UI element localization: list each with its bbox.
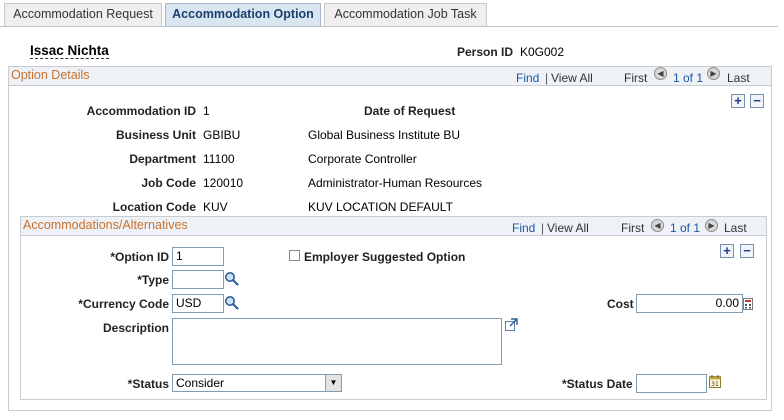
option-id-label: *Option ID xyxy=(110,250,169,264)
tab-divider xyxy=(0,26,778,27)
option-details-separator: | xyxy=(545,71,549,85)
date-of-request-label: Date of Request xyxy=(364,104,456,118)
delete-row-icon[interactable]: − xyxy=(750,94,764,108)
status-select[interactable]: Consider ▼ xyxy=(172,374,342,392)
option-details-find-link[interactable]: Find xyxy=(516,71,539,85)
alternatives-previous-icon[interactable]: ◀ xyxy=(651,219,664,232)
department-label: Department xyxy=(129,152,196,166)
job-code-value: 120010 xyxy=(203,176,244,190)
department-value: 11100 xyxy=(203,152,235,166)
tab-accommodation-request[interactable]: Accommodation Request xyxy=(4,3,162,26)
calculator-icon[interactable] xyxy=(743,298,753,310)
previous-row-icon[interactable]: ◀ xyxy=(654,67,667,80)
option-details-last-label: Last xyxy=(727,71,750,85)
accommodation-id-value: 1 xyxy=(203,104,210,118)
person-name: Issac Nichta xyxy=(30,43,109,59)
alternatives-title: Accommodations/Alternatives xyxy=(23,218,188,232)
chevron-down-icon[interactable]: ▼ xyxy=(325,375,341,391)
description-textarea[interactable] xyxy=(172,318,502,365)
alternatives-first-label: First xyxy=(621,221,645,235)
type-lookup-icon[interactable] xyxy=(224,271,239,286)
type-label: *Type xyxy=(137,273,169,287)
option-details-title: Option Details xyxy=(11,68,90,82)
next-row-icon[interactable]: ▶ xyxy=(707,67,720,80)
location-code-description: KUV LOCATION DEFAULT xyxy=(308,200,453,214)
calendar-icon[interactable]: 31 xyxy=(709,375,721,388)
type-input[interactable] xyxy=(172,270,224,289)
job-code-description: Administrator-Human Resources xyxy=(308,176,483,190)
option-details-first-label: First xyxy=(624,71,648,85)
status-date-input[interactable] xyxy=(636,374,707,393)
location-code-label: Location Code xyxy=(112,200,196,214)
option-details-view-all-link[interactable]: View All xyxy=(551,71,593,85)
add-row-icon[interactable]: + xyxy=(731,94,745,108)
alternatives-separator: | xyxy=(541,221,545,235)
business-unit-label: Business Unit xyxy=(115,128,196,142)
currency-lookup-icon[interactable] xyxy=(224,295,239,310)
option-details-page-info: 1 of 1 xyxy=(673,71,704,85)
expand-text-icon[interactable] xyxy=(505,318,518,331)
status-date-label: *Status Date xyxy=(562,377,633,391)
department-description: Corporate Controller xyxy=(308,152,417,166)
status-label: *Status xyxy=(127,377,169,391)
accommodation-id-label: Accommodation ID xyxy=(86,104,196,118)
employer-suggested-label: Employer Suggested Option xyxy=(304,250,466,264)
business-unit-value: GBIBU xyxy=(203,128,241,142)
employer-suggested-checkbox[interactable] xyxy=(289,250,300,261)
alternatives-last-label: Last xyxy=(724,221,747,235)
person-id-label: Person ID xyxy=(457,45,514,59)
location-code-value: KUV xyxy=(203,200,228,214)
option-id-input[interactable]: 1 xyxy=(172,247,224,266)
currency-code-input[interactable]: USD xyxy=(172,294,224,313)
currency-code-label: *Currency Code xyxy=(78,297,169,311)
job-code-label: Job Code xyxy=(141,176,196,190)
person-id-value: K0G002 xyxy=(520,45,565,59)
cost-input[interactable]: 0.00 xyxy=(636,294,743,313)
alternatives-add-row-icon[interactable]: + xyxy=(720,244,734,258)
description-label: Description xyxy=(102,321,169,335)
alternatives-page-info: 1 of 1 xyxy=(670,221,701,235)
svg-text:31: 31 xyxy=(711,381,719,388)
cost-label: Cost xyxy=(607,297,634,311)
alternatives-view-all-link[interactable]: View All xyxy=(547,221,589,235)
tab-accommodation-job-task[interactable]: Accommodation Job Task xyxy=(324,3,487,26)
business-unit-description: Global Business Institute BU xyxy=(308,128,461,142)
alternatives-delete-row-icon[interactable]: − xyxy=(740,244,754,258)
tab-accommodation-option[interactable]: Accommodation Option xyxy=(165,3,321,26)
alternatives-find-link[interactable]: Find xyxy=(512,221,535,235)
status-selected-value: Consider xyxy=(176,376,225,390)
alternatives-next-icon[interactable]: ▶ xyxy=(705,219,718,232)
